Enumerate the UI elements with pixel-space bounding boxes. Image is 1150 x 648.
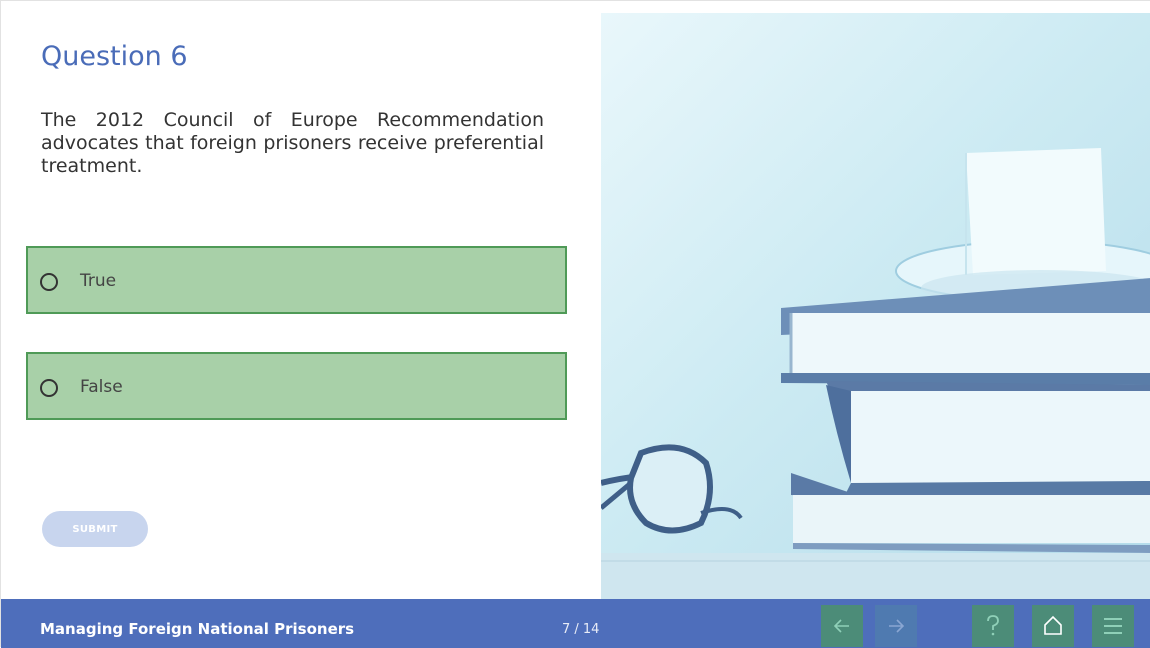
menu-button[interactable] [1092, 605, 1134, 647]
option-label: True [80, 271, 117, 291]
books-cup-glasses-image [601, 13, 1150, 599]
course-title: Managing Foreign National Prisoners [40, 620, 355, 638]
submit-button[interactable]: SUBMIT [42, 511, 148, 547]
question-panel: Question 6 The 2012 Council of Europe Re… [1, 1, 601, 599]
option-label: False [80, 377, 123, 397]
help-button[interactable] [972, 605, 1014, 647]
slide: Question 6 The 2012 Council of Europe Re… [0, 0, 1150, 648]
question-text: The 2012 Council of Europe Recommendatio… [41, 109, 544, 177]
question-title: Question 6 [41, 41, 188, 72]
radio-button[interactable] [40, 379, 58, 397]
option-false[interactable]: False [26, 352, 567, 420]
home-button[interactable] [1032, 605, 1074, 647]
hamburger-menu-icon [1104, 618, 1122, 634]
home-icon [1044, 615, 1062, 635]
radio-button[interactable] [40, 273, 58, 291]
page-counter: 7 / 14 [562, 622, 600, 637]
forward-button[interactable] [875, 605, 917, 647]
footer-bar: Managing Foreign National Prisoners 7 / … [1, 599, 1150, 648]
question-mark-icon [987, 615, 999, 636]
arrow-left-icon [833, 619, 849, 633]
option-true[interactable]: True [26, 246, 567, 314]
decorative-photo [601, 148, 1150, 599]
arrow-right-icon [889, 619, 905, 633]
back-button[interactable] [821, 605, 863, 647]
